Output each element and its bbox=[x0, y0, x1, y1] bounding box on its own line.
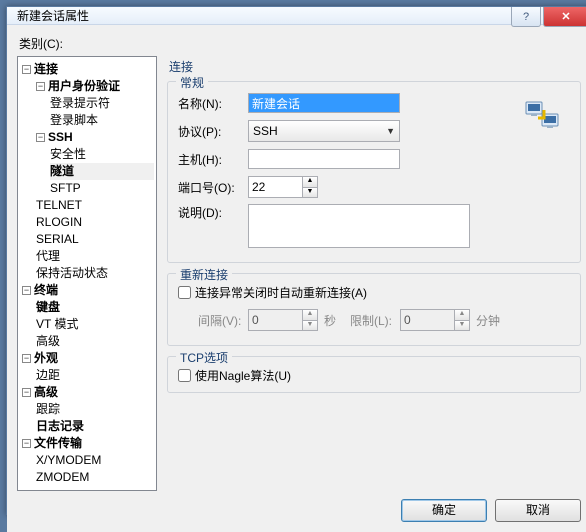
tree-logging[interactable]: 日志记录 bbox=[36, 418, 154, 435]
min-label: 分钟 bbox=[476, 312, 500, 329]
tree-sftp[interactable]: SFTP bbox=[50, 180, 154, 197]
tree-advanced-t[interactable]: 高级 bbox=[36, 333, 154, 350]
tree-rlogin[interactable]: RLOGIN bbox=[36, 214, 154, 231]
protocol-label: 协议(P): bbox=[178, 123, 248, 140]
port-input[interactable] bbox=[248, 176, 302, 198]
collapse-icon[interactable]: − bbox=[36, 133, 45, 142]
sec-label: 秒 bbox=[324, 312, 336, 329]
ok-button[interactable]: 确定 bbox=[401, 499, 487, 522]
protocol-select[interactable]: SSH▼ bbox=[248, 120, 400, 142]
tree-appearance[interactable]: −外观 边距 bbox=[22, 350, 154, 384]
tcp-group: TCP选项 使用Nagle算法(U) bbox=[167, 356, 581, 393]
tree-serial[interactable]: SERIAL bbox=[36, 231, 154, 248]
chevron-down-icon: ▼ bbox=[386, 126, 395, 136]
reconnect-legend: 重新连接 bbox=[176, 266, 232, 283]
tree-tunnel[interactable]: 隧道 bbox=[50, 163, 154, 180]
name-label: 名称(N): bbox=[178, 95, 248, 112]
titlebar: 新建会话属性 ? ✕ bbox=[7, 7, 586, 25]
collapse-icon[interactable]: − bbox=[22, 388, 31, 397]
general-legend: 常规 bbox=[176, 74, 208, 91]
window-title: 新建会话属性 bbox=[17, 7, 89, 24]
pane-title: 连接 bbox=[169, 58, 581, 75]
tree-zmodem[interactable]: ZMODEM bbox=[36, 469, 154, 486]
collapse-icon[interactable]: − bbox=[22, 354, 31, 363]
category-tree[interactable]: −连接 −用户身份验证 登录提示符 登录脚本 −SSH 安全性 bbox=[17, 56, 157, 491]
close-button[interactable]: ✕ bbox=[543, 7, 586, 27]
limit-input bbox=[400, 309, 454, 331]
interval-label: 间隔(V): bbox=[198, 312, 248, 329]
checkbox-icon[interactable] bbox=[178, 369, 191, 382]
cancel-button[interactable]: 取消 bbox=[495, 499, 581, 522]
name-input[interactable]: 新建会话 bbox=[248, 93, 400, 113]
desc-textarea[interactable] bbox=[248, 204, 470, 248]
tree-vtmode[interactable]: VT 模式 bbox=[36, 316, 154, 333]
tree-connection[interactable]: −连接 −用户身份验证 登录提示符 登录脚本 −SSH 安全性 bbox=[22, 61, 154, 282]
settings-pane: 连接 常规 名称(N): 新建会话 协议(P): SSH bbox=[167, 56, 581, 491]
spin-down-icon[interactable]: ▼ bbox=[302, 187, 318, 199]
port-spinner[interactable]: ▲▼ bbox=[248, 176, 318, 198]
network-icon bbox=[524, 98, 560, 134]
help-button[interactable]: ? bbox=[511, 7, 541, 27]
port-label: 端口号(O): bbox=[178, 179, 248, 196]
interval-spinner: ▲▼ bbox=[248, 309, 318, 331]
host-input[interactable] bbox=[248, 149, 400, 169]
tcp-legend: TCP选项 bbox=[176, 349, 232, 366]
tree-terminal[interactable]: −终端 键盘 VT 模式 高级 bbox=[22, 282, 154, 350]
spin-up-icon: ▲ bbox=[454, 309, 470, 320]
tree-filetransfer[interactable]: −文件传输 X/YMODEM ZMODEM bbox=[22, 435, 154, 486]
spin-down-icon: ▼ bbox=[454, 320, 470, 332]
tree-auth[interactable]: −用户身份验证 登录提示符 登录脚本 bbox=[36, 78, 154, 129]
spin-up-icon[interactable]: ▲ bbox=[302, 176, 318, 187]
dialog-footer: 确定 取消 bbox=[17, 491, 581, 522]
category-label: 类别(C): bbox=[19, 35, 581, 52]
tree-advanced[interactable]: −高级 跟踪 日志记录 bbox=[22, 384, 154, 435]
spin-up-icon: ▲ bbox=[302, 309, 318, 320]
tree-login-script[interactable]: 登录脚本 bbox=[50, 112, 154, 129]
nagle-checkbox[interactable]: 使用Nagle算法(U) bbox=[178, 367, 570, 384]
tree-trace[interactable]: 跟踪 bbox=[36, 401, 154, 418]
auto-reconnect-checkbox[interactable]: 连接异常关闭时自动重新连接(A) bbox=[178, 284, 570, 301]
checkbox-icon[interactable] bbox=[178, 286, 191, 299]
spin-down-icon: ▼ bbox=[302, 320, 318, 332]
tree-margin[interactable]: 边距 bbox=[36, 367, 154, 384]
tree-xymodem[interactable]: X/YMODEM bbox=[36, 452, 154, 469]
tree-proxy[interactable]: 代理 bbox=[36, 248, 154, 265]
tree-security[interactable]: 安全性 bbox=[50, 146, 154, 163]
dialog-window: 新建会话属性 ? ✕ 类别(C): − 连接 −用户身份验证 登录提示符 登录脚本 bbox=[6, 6, 586, 515]
tree-login-prompt[interactable]: 登录提示符 bbox=[50, 95, 154, 112]
general-group: 常规 名称(N): 新建会话 协议(P): SSH▼ bbox=[167, 81, 581, 263]
limit-spinner: ▲▼ bbox=[400, 309, 470, 331]
collapse-icon[interactable]: − bbox=[22, 439, 31, 448]
reconnect-group: 重新连接 连接异常关闭时自动重新连接(A) 间隔(V): ▲▼ 秒 限制(L): bbox=[167, 273, 581, 346]
tree-keepalive[interactable]: 保持活动状态 bbox=[36, 265, 154, 282]
collapse-icon[interactable]: − bbox=[22, 65, 31, 74]
limit-label: 限制(L): bbox=[350, 312, 400, 329]
desc-label: 说明(D): bbox=[178, 204, 248, 221]
interval-input bbox=[248, 309, 302, 331]
tree-ssh[interactable]: −SSH 安全性 隧道 SFTP bbox=[36, 129, 154, 197]
collapse-icon[interactable]: − bbox=[36, 82, 45, 91]
tree-telnet[interactable]: TELNET bbox=[36, 197, 154, 214]
collapse-icon[interactable]: − bbox=[22, 286, 31, 295]
tree-keyboard[interactable]: 键盘 bbox=[36, 299, 154, 316]
host-label: 主机(H): bbox=[178, 151, 248, 168]
